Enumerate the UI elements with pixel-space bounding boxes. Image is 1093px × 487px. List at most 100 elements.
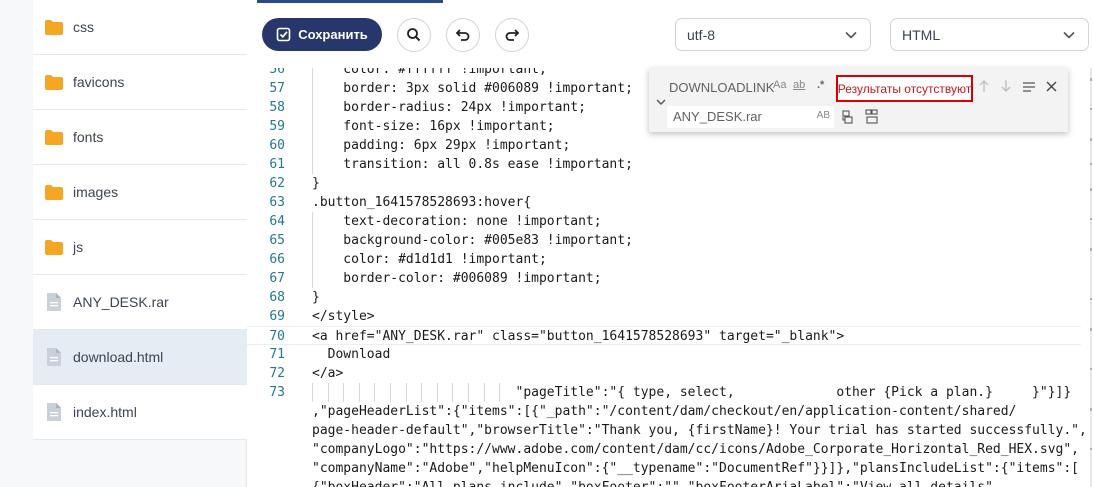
code-text: color: #d1d1d1 !important;: [312, 252, 547, 267]
code-text: font-size: 16px !important;: [312, 119, 555, 134]
code-line[interactable]: 69 </style>: [247, 307, 1081, 326]
line-number: 63: [269, 195, 285, 210]
close-icon[interactable]: [1046, 81, 1057, 92]
code-line[interactable]: ,"pageHeaderList":{"items":[{"_path":"/c…: [247, 402, 1081, 421]
indent-guide: [312, 269, 313, 288]
indent-guide: [358, 383, 360, 402]
file-item[interactable]: index.html: [33, 385, 247, 440]
file-item-label: fonts: [73, 129, 104, 145]
file-icon: [43, 291, 65, 313]
code-line[interactable]: 63 .button_1641578528693:hover{: [247, 193, 1081, 212]
code-line[interactable]: {"boxHeader":"All plans include","boxFoo…: [247, 478, 1081, 487]
replace-input[interactable]: ANY_DESK.rar AB: [667, 106, 834, 128]
replace-icon[interactable]: [839, 108, 857, 126]
indent-guide: [312, 136, 313, 155]
folder-item[interactable]: css: [33, 0, 247, 55]
folder-icon: [43, 126, 65, 148]
code-line[interactable]: 71 Download: [247, 345, 1081, 364]
folder-item[interactable]: fonts: [33, 110, 247, 165]
language-select[interactable]: HTML: [890, 18, 1089, 51]
code-text: padding: 6px 29px !important;: [312, 138, 571, 153]
code-line[interactable]: "companyLogo":"https://www.adobe.com/con…: [247, 440, 1081, 459]
code-line[interactable]: 70 <a href="ANY_DESK.rar" class="button_1…: [247, 326, 1081, 345]
line-number: 69: [269, 309, 285, 324]
save-button-label: Сохранить: [298, 27, 368, 42]
line-number: 70: [269, 329, 285, 344]
preserve-case-toggle[interactable]: AB: [817, 110, 830, 121]
match-case-toggle[interactable]: Aa: [773, 79, 786, 91]
folder-item[interactable]: images: [33, 165, 247, 220]
code-line[interactable]: page-header-default","browserTitle":"Tha…: [247, 421, 1087, 440]
code-text: .button_1641578528693:hover{: [312, 195, 532, 210]
find-in-selection-icon[interactable]: [1022, 81, 1036, 93]
code-line[interactable]: 66 color: #d1d1d1 !important;: [247, 250, 1081, 269]
whole-word-toggle[interactable]: ab: [793, 79, 805, 91]
code-line[interactable]: 67 border-color: #006089 !important;: [247, 269, 1081, 288]
find-replace-widget: DOWNLOADLINK Aa ab .* Результаты отсутст…: [649, 68, 1068, 132]
code-text: "companyLogo":"https://www.adobe.com/con…: [312, 442, 1080, 457]
regex-toggle[interactable]: .*: [817, 79, 824, 91]
code-text: </style>: [312, 309, 375, 324]
code-text: background-color: #005e83 !important;: [312, 233, 633, 248]
code-line[interactable]: 65 background-color: #005e83 !important;: [247, 231, 1081, 250]
indent-guide: [468, 383, 469, 402]
indent-guide: [499, 383, 501, 402]
code-text: page-header-default","browserTitle":"Tha…: [312, 423, 1087, 438]
editor-toolbar: Сохранить utf-8 HTML: [247, 0, 1093, 68]
file-item-label: css: [73, 19, 94, 35]
search-button[interactable]: [397, 18, 431, 52]
indent-guide: [312, 79, 313, 98]
replace-all-icon[interactable]: [863, 108, 881, 126]
line-number: 56: [269, 68, 285, 77]
indent-guide: [390, 383, 391, 402]
indent-guide: [483, 383, 485, 402]
file-item[interactable]: download.html: [33, 330, 247, 385]
code-text: {"boxHeader":"All plans include","boxFoo…: [312, 478, 1001, 487]
previous-match-arrow-icon[interactable]: [978, 79, 990, 93]
indent-guide: [421, 383, 423, 402]
file-icon: [43, 346, 65, 368]
line-number: 71: [269, 347, 285, 362]
code-line[interactable]: 61 transition: all 0.8s ease !important;: [247, 155, 1081, 174]
encoding-select[interactable]: utf-8: [675, 18, 871, 51]
indent-guide: [343, 383, 345, 402]
next-match-arrow-icon[interactable]: [1000, 79, 1012, 93]
file-list: css favicons fonts images js ANY_DESK.rardown…: [33, 0, 247, 440]
code-line[interactable]: 62}: [247, 174, 1081, 193]
indent-guide: [312, 117, 313, 136]
language-value: HTML: [902, 26, 941, 43]
file-item-label: download.html: [73, 349, 164, 365]
code-line[interactable]: 60 padding: 6px 29px !important;: [247, 136, 1081, 155]
code-text: "companyName":"Adobe","helpMenuIcon":{"_…: [312, 461, 1080, 476]
redo-button[interactable]: [495, 18, 529, 52]
folder-item[interactable]: js: [33, 220, 247, 275]
folder-item[interactable]: favicons: [33, 55, 247, 110]
code-line[interactable]: 64 text-decoration: none !important;: [247, 212, 1081, 231]
chevron-down-icon: [845, 31, 857, 39]
toggle-replace-chevron-icon[interactable]: [654, 95, 668, 109]
save-check-icon: [276, 27, 291, 42]
code-line[interactable]: "companyName":"Adobe","helpMenuIcon":{"_…: [247, 459, 1081, 478]
line-number: 67: [269, 271, 285, 286]
indent-guide: [312, 155, 313, 174]
indent-guide: [436, 383, 438, 402]
code-line[interactable]: 73 "pageTitle":"{ type, select, other {P…: [247, 383, 1081, 402]
undo-button[interactable]: [446, 18, 480, 52]
indent-guide: [312, 98, 313, 117]
code-line[interactable]: 68}: [247, 288, 1081, 307]
file-item-label: ANY_DESK.rar: [73, 294, 169, 310]
file-item[interactable]: ANY_DESK.rar: [33, 275, 247, 330]
folder-icon: [43, 181, 65, 203]
scrollbar-overview[interactable]: [1081, 68, 1093, 487]
file-item-label: index.html: [73, 404, 137, 420]
save-button[interactable]: Сохранить: [262, 18, 382, 51]
file-item-label: js: [73, 239, 84, 255]
folder-icon: [43, 71, 65, 93]
indent-guide: [327, 383, 329, 402]
code-text: "pageTitle":"{ type, select, other {Pick…: [312, 385, 1072, 400]
file-item-label: images: [73, 184, 119, 200]
indent-guide: [312, 383, 313, 402]
line-number: 58: [269, 100, 285, 115]
code-text: ,"pageHeaderList":{"items":[{"_path":"/c…: [312, 404, 1017, 419]
code-line[interactable]: 72 </a>: [247, 364, 1081, 383]
